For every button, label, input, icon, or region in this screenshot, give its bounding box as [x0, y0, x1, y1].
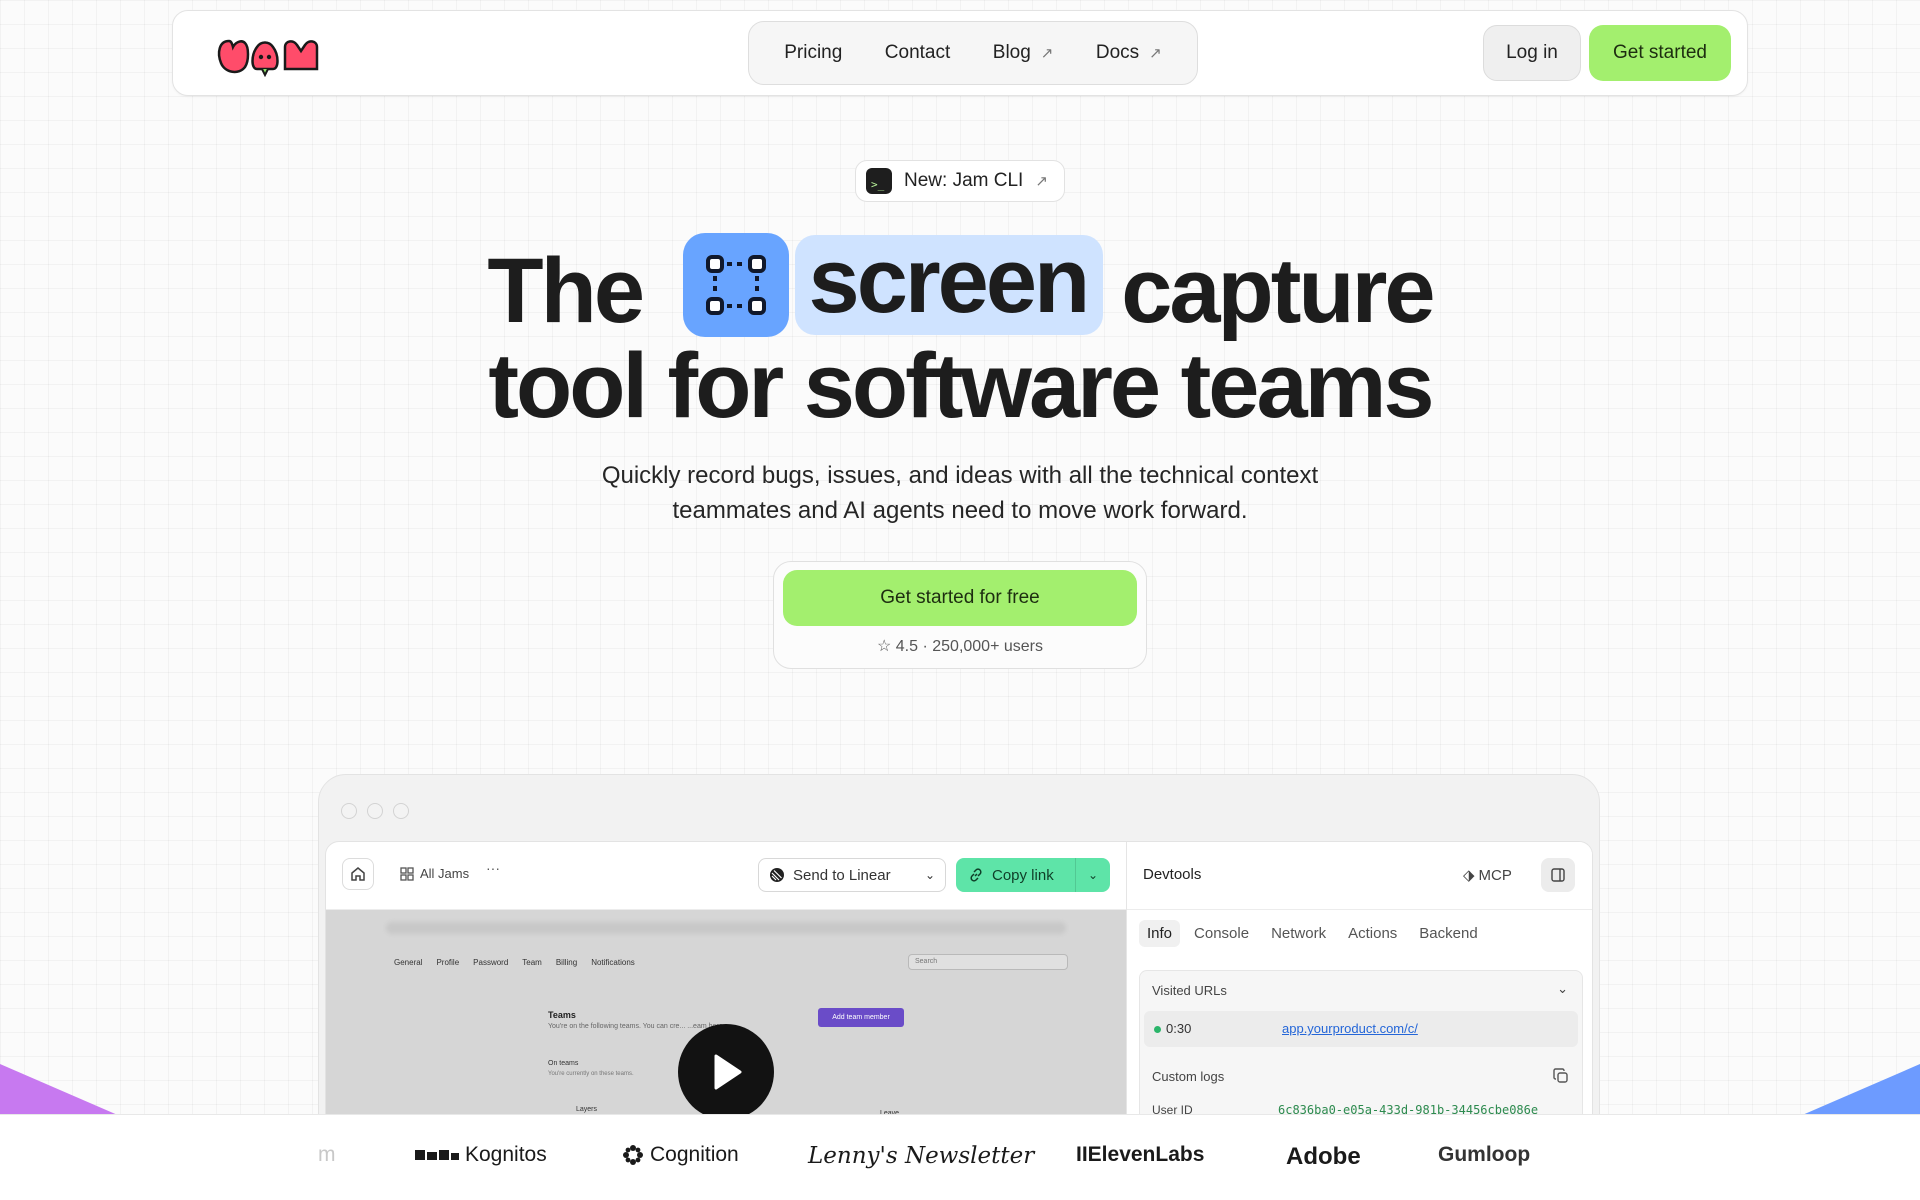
hero-subtitle: Quickly record bugs, issues, and ideas w…	[601, 462, 1319, 524]
send-to-linear-select[interactable]: Send to Linear ⌄	[758, 858, 946, 892]
devtools-header: Devtools ⬗ MCP	[1127, 842, 1592, 910]
announcement-label: New: Jam CLI	[904, 170, 1024, 191]
nav-blog[interactable]: Blog ↗	[993, 42, 1054, 64]
tab-backend[interactable]: Backend	[1411, 920, 1485, 947]
chevron-down-icon: ⌄	[924, 868, 935, 882]
hero-word-screen: screen	[794, 234, 1104, 335]
window-dot	[367, 803, 383, 819]
logo-gumloop: Gumloop	[1438, 1143, 1531, 1166]
linear-icon	[770, 868, 784, 882]
screen-capture-icon	[682, 232, 789, 337]
video-settings-tabs: General Profile Password Team Billing No…	[394, 958, 635, 967]
window-controls	[341, 803, 409, 819]
status-dot	[1154, 1026, 1161, 1033]
nav-links: Pricing Contact Blog ↗ Docs ↗	[748, 21, 1198, 85]
link-icon	[970, 868, 982, 882]
decorative-shape-left	[0, 1064, 120, 1116]
video-add-member-button: Add team member	[818, 1008, 904, 1027]
logo-kognitos: Kognitos	[415, 1143, 547, 1167]
copy-link-button[interactable]: Copy link ⌄	[956, 858, 1110, 892]
nav-pricing[interactable]: Pricing	[784, 42, 842, 64]
external-arrow-icon: ↗	[1035, 173, 1048, 190]
video-layers-label: Layers	[576, 1106, 598, 1113]
visited-time: 0:30	[1166, 1021, 1192, 1036]
top-nav: Pricing Contact Blog ↗ Docs ↗ Log in Get s…	[172, 10, 1748, 96]
announcement-pill[interactable]: >_ New: Jam CLI ↗	[855, 160, 1065, 202]
external-arrow-icon: ↗	[1040, 45, 1054, 62]
cta-card: Get started for free ☆ 4.5 · 250,000+ us…	[773, 561, 1147, 669]
terminal-icon: >_	[866, 168, 892, 194]
video-search: Search	[908, 954, 1068, 970]
cognition-mark-icon	[623, 1145, 643, 1165]
window-dot	[341, 803, 357, 819]
visited-urls-label: Visited URLs	[1152, 983, 1227, 998]
visited-url-link[interactable]: app.yourproduct.com/c/	[1282, 1021, 1418, 1036]
devtools-tabs: Info Console Network Actions Backend	[1139, 920, 1486, 947]
chevron-down-icon[interactable]: ⌄	[1557, 981, 1568, 997]
window-dot	[393, 803, 409, 819]
jam-logo[interactable]	[215, 33, 327, 77]
chevron-down-icon[interactable]: ⌄	[1076, 868, 1110, 882]
tab-network[interactable]: Network	[1263, 920, 1334, 947]
toggle-panel-button[interactable]	[1541, 858, 1575, 892]
rating: ☆ 4.5 · 250,000+ users	[774, 636, 1146, 656]
video-teams-subtitle: You're on the following teams. You can c…	[548, 1023, 725, 1030]
tab-info[interactable]: Info	[1139, 920, 1181, 947]
video-on-teams-title: On teams	[548, 1060, 579, 1067]
copy-icon[interactable]	[1552, 1067, 1570, 1085]
decorative-shape-right	[1800, 1064, 1920, 1116]
logo-partial: m	[318, 1143, 336, 1166]
hero-title-line-2: tool for software teams	[488, 335, 1434, 437]
mcp-icon: ⬗	[1463, 867, 1475, 884]
customer-logos: m Kognitos Cognition Lenny's Newsletter …	[0, 1114, 1920, 1200]
logo-lennys-newsletter: Lenny's Newsletter	[808, 1143, 1035, 1169]
rating-text: 4.5 · 250,000+ users	[895, 638, 1043, 655]
video-teams-title: Teams	[548, 1010, 576, 1020]
grid-icon	[400, 866, 414, 881]
nav-docs[interactable]: Docs ↗	[1096, 42, 1162, 64]
home-button[interactable]	[342, 858, 374, 890]
external-arrow-icon: ↗	[1149, 45, 1162, 62]
visited-url-row: 0:30 app.yourproduct.com/c/	[1144, 1011, 1578, 1047]
tab-actions[interactable]: Actions	[1340, 920, 1405, 947]
jam-toolbar: All Jams ··· Send to Linear ⌄ Copy link …	[326, 842, 1126, 910]
mcp-button[interactable]: ⬗ MCP	[1463, 866, 1512, 885]
get-started-button[interactable]: Get started	[1589, 25, 1731, 81]
logo-cognition: Cognition	[622, 1143, 739, 1167]
login-button[interactable]: Log in	[1483, 25, 1581, 81]
home-icon	[351, 867, 365, 881]
hero-word-the: The	[487, 239, 645, 342]
logo-adobe: Adobe	[1286, 1143, 1361, 1170]
custom-logs-label: Custom logs	[1152, 1069, 1225, 1084]
copy-link-main[interactable]: Copy link	[956, 858, 1076, 892]
logo-elevenlabs: IIElevenLabs	[1076, 1143, 1205, 1166]
play-button[interactable]	[678, 1024, 774, 1120]
nav-contact[interactable]: Contact	[885, 42, 950, 64]
all-jams-link[interactable]: All Jams	[400, 866, 469, 881]
blurred-app-header	[386, 922, 1066, 934]
play-icon	[714, 1054, 742, 1090]
hero-title-line-1: The screen capture	[0, 232, 1920, 342]
more-options-icon[interactable]: ···	[486, 860, 500, 876]
star-icon: ☆	[876, 638, 892, 655]
get-started-free-button[interactable]: Get started for free	[783, 570, 1137, 626]
hero-word-capture: capture	[1121, 239, 1435, 342]
sidebar-panel-icon	[1551, 868, 1565, 882]
video-on-teams-subtitle: You're currently on these teams.	[548, 1071, 634, 1077]
kognitos-mark-icon	[415, 1150, 459, 1160]
tab-console[interactable]: Console	[1186, 920, 1257, 947]
devtools-title: Devtools	[1143, 866, 1202, 883]
